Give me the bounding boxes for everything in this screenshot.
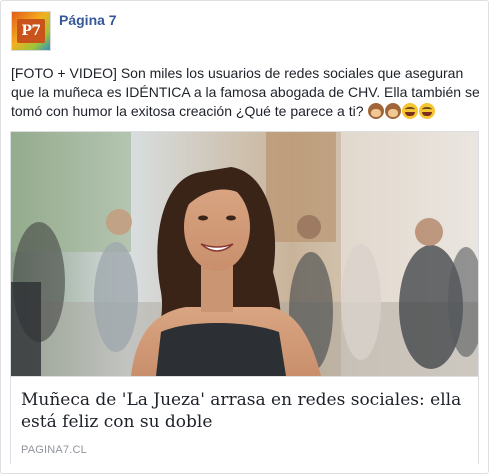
link-preview-card[interactable]: Muñeca de 'La Jueza' arrasa en redes soc… [10,131,479,464]
photo-illustration [11,132,478,376]
see-no-evil-monkey-icon [385,103,402,119]
post-header: P7 Página 7 [11,11,117,51]
avatar-logo: P7 [17,19,45,43]
link-preview-image[interactable] [11,132,478,376]
facebook-post: P7 Página 7 [FOTO + VIDEO] Son miles los… [0,0,489,474]
avatar-logo-text: P7 [21,23,41,39]
laughing-face-icon [402,103,419,119]
post-text: [FOTO + VIDEO] Son miles los usuarios de… [11,64,481,121]
see-no-evil-monkey-icon [368,103,385,119]
link-preview-body[interactable]: Muñeca de 'La Jueza' arrasa en redes soc… [11,376,478,464]
link-preview-domain: PAGINA7.CL [21,444,87,456]
link-preview-title[interactable]: Muñeca de 'La Jueza' arrasa en redes soc… [21,389,466,433]
laughing-face-icon [419,103,436,119]
page-avatar[interactable]: P7 [11,11,51,51]
page-name-link[interactable]: Página 7 [59,12,117,28]
